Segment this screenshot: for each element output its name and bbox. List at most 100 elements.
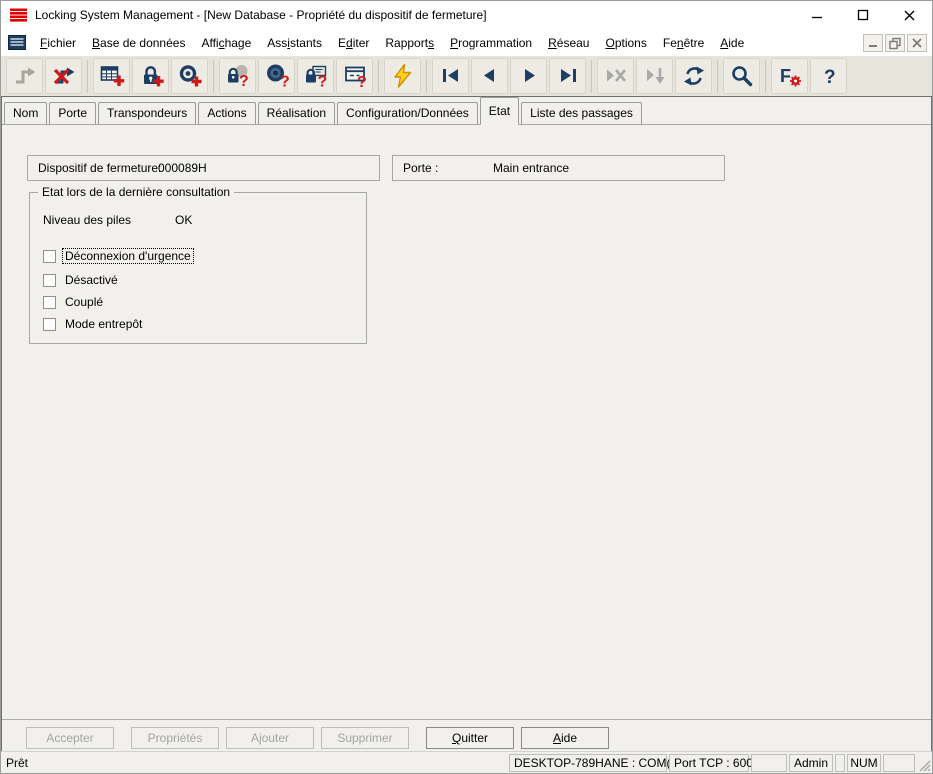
checkbox-row-storage-mode[interactable]: Mode entrepôt: [43, 317, 144, 331]
next-record-button[interactable]: [510, 58, 547, 94]
new-transponder-button[interactable]: [171, 58, 208, 94]
label-pre: Ass: [267, 36, 287, 50]
toolbar-separator: [765, 60, 766, 93]
filter-settings-button[interactable]: F: [771, 58, 808, 94]
quitter-button[interactable]: Quitter: [426, 727, 514, 749]
help-button[interactable]: ?: [810, 58, 847, 94]
menu-bar: Fichier Base de données Affichage Assist…: [1, 29, 932, 57]
app-window: Locking System Management - [New Databas…: [0, 0, 933, 774]
coupled-checkbox[interactable]: [43, 296, 56, 309]
tab-configuration-donnees[interactable]: Configuration/Données: [337, 102, 478, 124]
tab-liste-des-passages[interactable]: Liste des passages: [521, 102, 642, 124]
storage-mode-label: Mode entrepôt: [63, 317, 144, 331]
menu-rapports[interactable]: Rapports: [377, 32, 442, 54]
status-tcp-port-text: Port TCP : 6001: [674, 756, 760, 770]
read-lock-button[interactable]: ?: [219, 58, 256, 94]
label-key: R: [548, 36, 557, 50]
checkbox-row-coupled[interactable]: Couplé: [43, 295, 105, 309]
label-post: ichier: [47, 36, 76, 50]
last-record-icon: [555, 63, 581, 89]
first-record-button[interactable]: [432, 58, 469, 94]
menu-reseau[interactable]: Réseau: [540, 32, 597, 54]
search-button[interactable]: [723, 58, 760, 94]
menu-programmation[interactable]: Programmation: [442, 32, 540, 54]
resize-grip[interactable]: [917, 754, 931, 772]
battery-level-label: Niveau des piles: [43, 213, 131, 227]
tab-porte[interactable]: Porte: [49, 102, 96, 124]
mdi-document-icon: [8, 35, 26, 50]
disconnect-button[interactable]: [45, 58, 82, 94]
goto-record-icon: [642, 63, 668, 89]
refresh-button[interactable]: [675, 58, 712, 94]
connect-icon: [12, 63, 38, 89]
status-empty-cell: [751, 754, 787, 772]
new-locking-plan-button[interactable]: [93, 58, 130, 94]
label-key: s: [428, 36, 434, 50]
door-field: Porte : Main entrance: [392, 155, 725, 181]
last-record-button[interactable]: [549, 58, 586, 94]
door-label: Porte :: [403, 161, 438, 175]
svg-text:?: ?: [357, 74, 367, 89]
menu-affichage[interactable]: Affichage: [193, 32, 259, 54]
new-locking-plan-icon: [99, 63, 125, 89]
new-lock-button[interactable]: [132, 58, 169, 94]
mdi-close-button[interactable]: [907, 34, 927, 52]
deactivated-label: Désactivé: [63, 273, 120, 287]
menu-fenetre[interactable]: Fenêtre: [655, 32, 712, 54]
window-title: Locking System Management - [New Databas…: [35, 8, 487, 22]
storage-mode-checkbox[interactable]: [43, 318, 56, 331]
read-lock-data-button[interactable]: ?: [297, 58, 334, 94]
close-button[interactable]: [886, 1, 932, 29]
emergency-release-checkbox[interactable]: [43, 250, 56, 263]
disconnect-icon: [51, 63, 77, 89]
proprietes-button[interactable]: Propriétés: [131, 727, 219, 749]
menu-options[interactable]: Options: [597, 32, 654, 54]
read-transponder-button[interactable]: ?: [258, 58, 295, 94]
status-empty-cell: [883, 754, 915, 772]
program-lightning-icon: [390, 63, 416, 89]
emergency-release-label: Déconnexion d'urgence: [63, 249, 193, 263]
first-record-icon: [438, 63, 464, 89]
coupled-label: Couplé: [63, 295, 105, 309]
status-num-lock-text: NUM: [850, 756, 877, 770]
toolbar: ? ? ? ? F ?: [1, 56, 932, 96]
cancel-navigation-button[interactable]: [597, 58, 634, 94]
tab-transpondeurs[interactable]: Transpondeurs: [98, 102, 196, 124]
menu-aide[interactable]: Aide: [712, 32, 752, 54]
connect-button[interactable]: [6, 58, 43, 94]
minimize-button[interactable]: [794, 1, 840, 29]
tab-nom[interactable]: Nom: [4, 102, 47, 124]
supprimer-button[interactable]: Supprimer: [321, 727, 409, 749]
tab-actions[interactable]: Actions: [198, 102, 255, 124]
deactivated-checkbox[interactable]: [43, 274, 56, 287]
program-button[interactable]: [384, 58, 421, 94]
tab-realisation[interactable]: Réalisation: [258, 102, 335, 124]
menu-fichier[interactable]: Fichier: [32, 32, 84, 54]
lock-id-label: Dispositif de fermeture:: [38, 161, 161, 175]
mdi-minimize-button[interactable]: [863, 34, 883, 52]
label-post: stants: [290, 36, 322, 50]
tab-etat[interactable]: Etat: [480, 97, 519, 125]
previous-record-button[interactable]: [471, 58, 508, 94]
mdi-window-controls: [861, 34, 927, 52]
goto-record-button[interactable]: [636, 58, 673, 94]
maximize-button[interactable]: [840, 1, 886, 29]
label-pre: Rapport: [385, 36, 428, 50]
menu-base-de-donnees[interactable]: Base de données: [84, 32, 193, 54]
menu-editer[interactable]: Editer: [330, 32, 377, 54]
mdi-restore-button[interactable]: [885, 34, 905, 52]
label-post: iter: [353, 36, 370, 50]
ajouter-button[interactable]: Ajouter: [226, 727, 314, 749]
accepter-label: Accepter: [46, 731, 93, 745]
checkbox-row-deactivated[interactable]: Désactivé: [43, 273, 120, 287]
aide-button[interactable]: Aide: [521, 727, 609, 749]
checkbox-row-emergency-release[interactable]: Déconnexion d'urgence: [43, 249, 193, 263]
status-num-lock-cell: NUM: [847, 754, 881, 772]
menu-assistants[interactable]: Assistants: [259, 32, 330, 54]
accepter-button[interactable]: Accepter: [26, 727, 114, 749]
read-network-button[interactable]: ?: [336, 58, 373, 94]
battery-level-value: OK: [175, 213, 192, 227]
state-groupbox: Etat lors de la dernière consultation Ni…: [29, 192, 367, 344]
filter-settings-icon: F: [777, 63, 803, 89]
previous-record-icon: [477, 63, 503, 89]
